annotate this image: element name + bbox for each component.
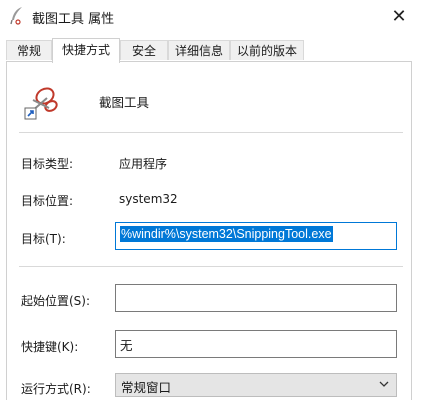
target-type-label: 目标类型: (21, 157, 74, 171)
run-label: 运行方式(R): (21, 382, 91, 396)
tab-general[interactable]: 常规 (6, 40, 52, 60)
title-bar: 截图工具 属性 ✕ (0, 0, 422, 32)
target-label: 目标(T): (21, 232, 66, 246)
scissors-shortcut-icon (24, 87, 58, 120)
run-select-value: 常规窗口 (121, 380, 172, 395)
shortcut-panel: 截图工具 目标类型: 应用程序 目标位置: system32 目标(T): %w… (6, 61, 412, 400)
feather-scissors-icon (10, 7, 22, 25)
tab-details[interactable]: 详细信息 (168, 40, 230, 60)
target-input-value: %windir%\system32\SnippingTool.exe (120, 226, 333, 242)
shortcut-key-label: 快捷键(K): (21, 340, 79, 354)
target-type-value: 应用程序 (119, 157, 168, 171)
shortcut-key-input[interactable]: 无 (115, 330, 397, 358)
run-select[interactable]: 常规窗口 (115, 373, 397, 397)
tab-shortcut[interactable]: 快捷方式 (52, 38, 120, 63)
tab-previous-versions[interactable]: 以前的版本 (230, 40, 304, 60)
start-in-input[interactable] (115, 284, 397, 312)
target-location-label: 目标位置: (21, 194, 74, 208)
target-location-value: system32 (119, 192, 178, 206)
close-icon: ✕ (391, 5, 407, 27)
tab-security[interactable]: 安全 (120, 40, 168, 60)
app-name: 截图工具 (99, 95, 150, 110)
target-input[interactable]: %windir%\system32\SnippingTool.exe (115, 222, 397, 250)
divider (19, 266, 403, 267)
shortcut-key-value: 无 (120, 339, 133, 353)
start-in-label: 起始位置(S): (21, 294, 91, 308)
divider (19, 132, 403, 133)
close-button[interactable]: ✕ (376, 0, 422, 32)
chevron-down-icon (379, 381, 389, 387)
window-title: 截图工具 属性 (32, 12, 115, 27)
tab-strip: 常规 快捷方式 安全 详细信息 以前的版本 (6, 38, 416, 63)
